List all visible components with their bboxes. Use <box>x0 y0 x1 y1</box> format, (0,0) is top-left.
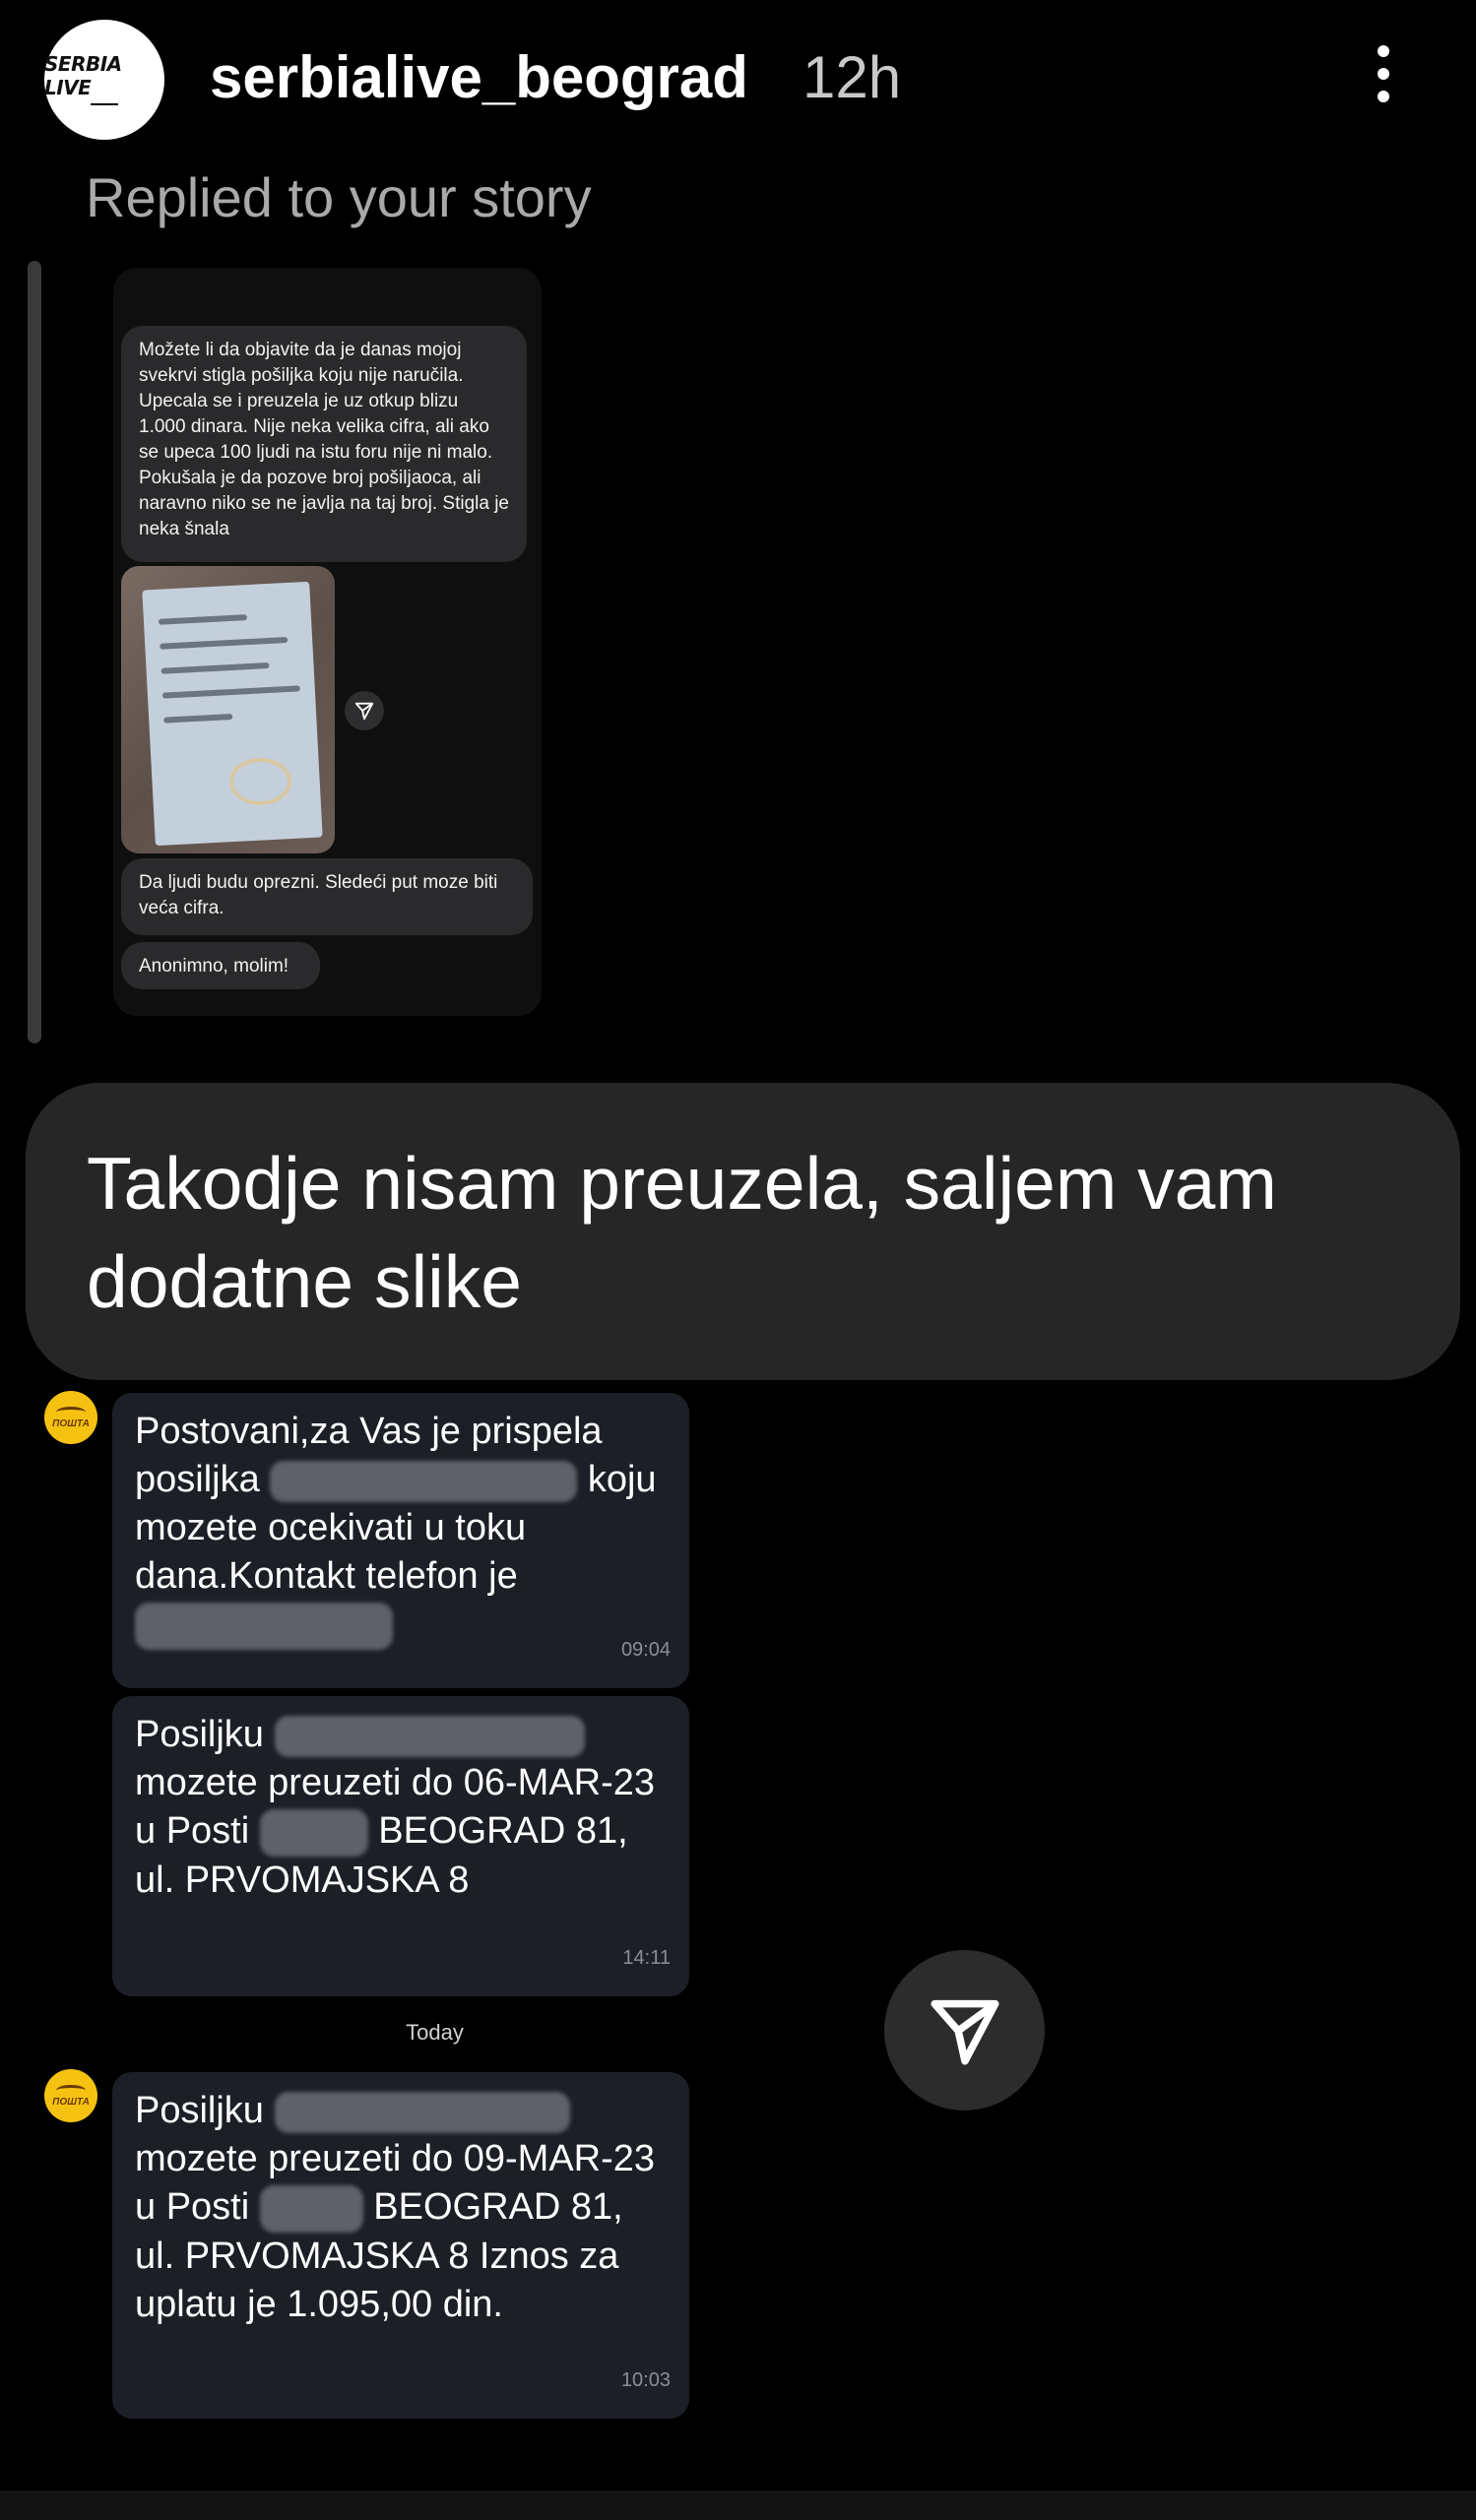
brooch-image <box>229 758 291 805</box>
quote-bar <box>28 261 41 1043</box>
reply-message-bubble[interactable]: Takodje nisam preuzela, saljem vam dodat… <box>26 1083 1460 1380</box>
receipt-image <box>142 581 323 847</box>
avatar-brand-text: SERBIA LIVE <box>44 52 122 99</box>
day-separator: Today <box>406 2020 464 2045</box>
more-options-icon[interactable] <box>1364 39 1403 118</box>
message-input-bar[interactable] <box>0 2490 1476 2520</box>
posta-logo-text: ПОШТА <box>52 1418 90 1429</box>
redacted-tracking-number <box>270 1460 578 1502</box>
redacted-tracking-number <box>274 2091 570 2133</box>
username[interactable]: serbialive_beograd <box>210 43 748 111</box>
replied-to-story-label: Replied to your story <box>86 166 592 228</box>
sms-message-2: Posiljku mozete preuzeti do 06-MAR-23 u … <box>112 1696 689 1996</box>
avatar-underline: ▬▬▬▬ <box>91 100 118 107</box>
sms-message-1: Postovani,za Vas je prispela posiljka ko… <box>112 1393 689 1688</box>
sms-2-text-a: Posiljku <box>135 1714 264 1755</box>
send-icon[interactable] <box>884 1950 1045 2110</box>
redacted-tracking-number <box>274 1715 585 1757</box>
sms-message-3: Posiljku mozete preuzeti do 09-MAR-23 u … <box>112 2072 689 2419</box>
redacted-phone-number <box>135 1602 393 1650</box>
posta-logo-icon: ПОШТА <box>44 1391 97 1444</box>
story-message-2: Da ljudi budu oprezni. Sledeći put moze … <box>121 858 533 935</box>
message-age: 12h <box>802 44 902 110</box>
sms-2-time: 14:11 <box>622 1947 671 1969</box>
sms-3-text-a: Posiljku <box>135 2090 264 2131</box>
story-message-3: Anonimno, molim! <box>121 942 320 989</box>
posta-logo-icon: ПОШТА <box>44 2069 97 2122</box>
sms-1-time: 09:04 <box>620 1639 671 1661</box>
story-photo[interactable] <box>121 566 335 853</box>
posta-logo-text: ПОШТА <box>52 2096 90 2108</box>
sms-3-time: 10:03 <box>620 2369 671 2391</box>
redacted-post-code <box>259 1808 368 1857</box>
share-icon[interactable] <box>345 691 384 730</box>
profile-avatar[interactable]: SERBIA LIVE ▬▬▬▬ <box>44 20 164 140</box>
redacted-post-code <box>259 2184 363 2233</box>
story-message-1: Možete li da objavite da je danas mojoj … <box>121 326 527 562</box>
